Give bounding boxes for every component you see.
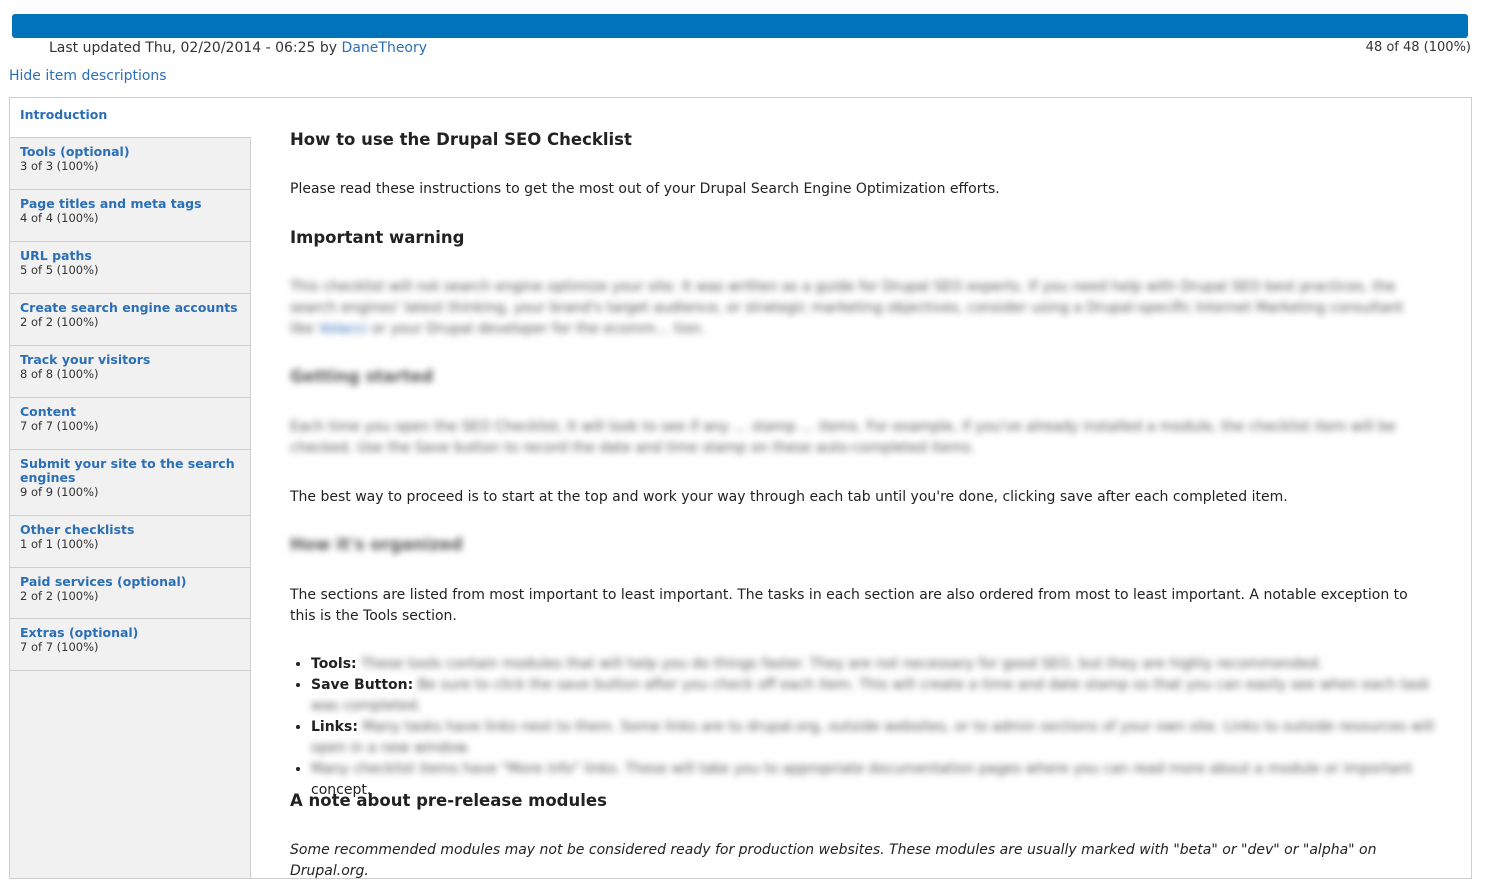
tab-url-paths[interactable]: URL paths 5 of 5 (100%) <box>10 242 250 294</box>
tab-summary: 5 of 5 (100%) <box>20 263 99 277</box>
tab-tools[interactable]: Tools (optional) 3 of 3 (100%) <box>10 138 250 190</box>
tab-paid-services[interactable]: Paid services (optional) 2 of 2 (100%) <box>10 568 250 619</box>
tab-label: Paid services (optional) <box>20 574 187 589</box>
tab-summary: 8 of 8 (100%) <box>20 367 99 381</box>
tab-introduction[interactable]: Introduction <box>10 98 251 138</box>
tab-label: Submit your site to the search engines <box>20 456 235 485</box>
tab-content[interactable]: Content 7 of 7 (100%) <box>10 398 250 450</box>
list-item: Links: Many tasks have links next to the… <box>311 717 1451 759</box>
blurred-heading-2: How it's organized <box>290 535 463 554</box>
tab-summary: 7 of 7 (100%) <box>20 640 99 654</box>
tab-summary: 2 of 2 (100%) <box>20 589 99 603</box>
tab-label: Tools (optional) <box>20 144 130 159</box>
warning-paragraph: This checklist will not search engine op… <box>290 279 1404 337</box>
tab-summary: 3 of 3 (100%) <box>20 159 99 173</box>
tab-summary: 4 of 4 (100%) <box>20 211 99 225</box>
tab-label: Page titles and meta tags <box>20 196 202 211</box>
tab-submit-site[interactable]: Submit your site to the search engines 9… <box>10 450 250 516</box>
tab-track-visitors[interactable]: Track your visitors 8 of 8 (100%) <box>10 346 250 398</box>
best-way-paragraph: The best way to proceed is to start at t… <box>290 489 1288 505</box>
progress-bar <box>12 14 1468 38</box>
content-title: How to use the Drupal SEO Checklist <box>290 130 632 149</box>
bullet-label: Tools: <box>311 656 357 672</box>
tab-page-titles[interactable]: Page titles and meta tags 4 of 4 (100%) <box>10 190 250 242</box>
tab-summary: 9 of 9 (100%) <box>20 485 99 499</box>
tab-other-checklists[interactable]: Other checklists 1 of 1 (100%) <box>10 516 250 568</box>
tab-label: Content <box>20 404 76 419</box>
last-updated: Last updated Thu, 02/20/2014 - 06:25 by … <box>49 40 427 56</box>
para2-tail: It will look to see if any … stamp … ite… <box>567 419 863 435</box>
prerelease-text: Some recommended modules may not be cons… <box>290 842 1377 879</box>
blurred-paragraph-2: Each time you open the SEO Checklist, It… <box>290 419 1396 456</box>
tab-search-engine-accounts[interactable]: Create search engine accounts 2 of 2 (10… <box>10 294 250 346</box>
bullet-label: Save Button: <box>311 677 414 693</box>
tab-label: Track your visitors <box>20 352 151 367</box>
progress-bar-fill <box>12 14 1468 38</box>
list-item: Save Button: Be sure to click the save b… <box>311 675 1451 717</box>
tab-label: URL paths <box>20 248 92 263</box>
tab-summary: 1 of 1 (100%) <box>20 537 99 551</box>
hide-descriptions-link[interactable]: Hide item descriptions <box>9 68 167 84</box>
warning-heading: Important warning <box>290 228 465 247</box>
vertical-tabs: Introduction Tools (optional) 3 of 3 (10… <box>10 98 251 878</box>
tab-extras[interactable]: Extras (optional) 7 of 7 (100%) <box>10 619 250 671</box>
intro-paragraph: Please read these instructions to get th… <box>290 181 1000 197</box>
author-link[interactable]: DaneTheory <box>342 40 428 56</box>
tab-label: Other checklists <box>20 522 135 537</box>
list-item: Tools: These tools contain modules that … <box>311 654 1451 675</box>
prerelease-heading: A note about pre-release modules <box>290 791 607 810</box>
bullet-label: Links: <box>311 719 358 735</box>
tab-summary: 2 of 2 (100%) <box>20 315 99 329</box>
prerelease-paragraph: Some recommended modules may not be cons… <box>290 840 1430 882</box>
last-updated-text: Last updated Thu, 02/20/2014 - 06:25 by <box>49 40 338 56</box>
sections-paragraph: The sections are listed from most import… <box>290 587 1408 624</box>
checklist-panel: Introduction Tools (optional) 3 of 3 (10… <box>9 97 1472 879</box>
progress-count: 48 of 48 (100%) <box>1365 40 1471 55</box>
tab-summary: 7 of 7 (100%) <box>20 419 99 433</box>
warning-tail: ecomm… tion. <box>603 321 706 337</box>
tab-label: Create search engine accounts <box>20 300 238 315</box>
blurred-heading-1: Getting started <box>290 367 434 386</box>
tab-label: Introduction <box>20 107 108 122</box>
instructions-list: Tools: These tools contain modules that … <box>290 654 1451 801</box>
tab-label: Extras (optional) <box>20 625 139 640</box>
